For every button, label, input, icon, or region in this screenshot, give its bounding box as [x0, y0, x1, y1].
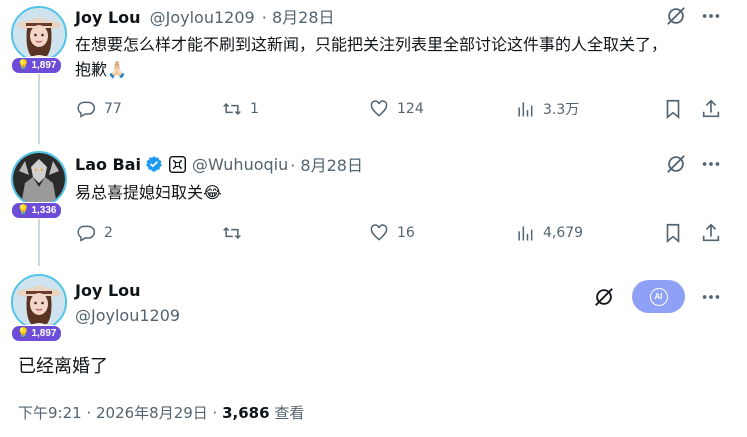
like-button[interactable]: 16: [369, 223, 415, 243]
retweet-icon: [223, 226, 241, 240]
like-button[interactable]: 124: [369, 99, 424, 119]
main-tweet-text: 已经离婚了: [18, 356, 108, 377]
grok-icon[interactable]: [593, 286, 615, 308]
thread-line: [38, 72, 40, 144]
retweet-count: 1: [250, 101, 259, 117]
display-name[interactable]: Joy Lou: [75, 281, 141, 300]
retweet-button[interactable]: 1: [222, 99, 259, 119]
ai-icon: AI: [649, 287, 668, 306]
tweet-header: Lao Bai @Wuhuoqiu · 8月28日: [75, 152, 363, 176]
tweet-date[interactable]: · 8月28日: [262, 8, 335, 27]
user-handle[interactable]: @Joylou1209: [150, 8, 255, 27]
tweet-date[interactable]: · 8月28日: [290, 152, 363, 176]
more-icon[interactable]: [700, 153, 722, 175]
tweet-header: Joy Lou @Joylou1209 · 8月28日: [75, 4, 335, 28]
affiliate-icon: [169, 155, 187, 173]
tweet-text: 易总喜提媳妇取关😂: [75, 183, 222, 202]
retweet-button[interactable]: [222, 223, 250, 243]
user-handle[interactable]: @Wuhuoqiu: [192, 155, 288, 174]
display-name[interactable]: Lao Bai: [75, 155, 141, 174]
reply-count: 2: [104, 225, 113, 241]
tweet-timestamp-line: 下午9:21 · 2026年8月29日 · 3,686 查看: [18, 402, 304, 423]
avatar[interactable]: 💡 1,336: [11, 151, 67, 219]
user-handle[interactable]: @Joylou1209: [75, 306, 180, 325]
reply-count: 77: [104, 101, 122, 117]
tweet-text: 在想要怎么样才能不刷到这新闻，只能把关注列表里全部讨论这件事的人全取关了，抱歉🙏…: [75, 35, 668, 79]
follower-badge: 💡 1,897: [11, 57, 63, 74]
heart-icon: [370, 224, 388, 241]
bookmark-icon[interactable]: [662, 222, 684, 244]
retweet-icon: [223, 102, 241, 116]
share-icon[interactable]: [700, 98, 722, 120]
reply-icon: [77, 225, 96, 242]
like-count: 124: [397, 101, 424, 117]
views-button[interactable]: 3.3万: [515, 99, 579, 119]
more-icon[interactable]: [700, 5, 722, 27]
more-icon[interactable]: [700, 286, 722, 308]
grok-icon[interactable]: [665, 5, 687, 27]
avatar[interactable]: 💡 1,897: [11, 274, 67, 342]
avatar[interactable]: 💡 1,897: [11, 6, 67, 74]
view-count: 3,686: [222, 404, 270, 422]
verified-icon: [146, 156, 162, 172]
display-name[interactable]: Joy Lou: [75, 8, 141, 27]
tweet-timestamp[interactable]: 下午9:21 · 2026年8月29日 ·: [18, 404, 222, 422]
heart-icon: [370, 100, 388, 117]
follower-badge: 💡 1,336: [11, 202, 63, 219]
reply-button[interactable]: 2: [76, 223, 113, 243]
reply-button[interactable]: 77: [76, 99, 122, 119]
share-icon[interactable]: [700, 222, 722, 244]
bookmark-icon[interactable]: [662, 98, 684, 120]
like-count: 16: [397, 225, 415, 241]
views-icon: [518, 226, 533, 241]
ai-translate-button[interactable]: AI: [632, 280, 685, 313]
thread-line: [38, 216, 40, 266]
view-count: 3.3万: [543, 102, 580, 118]
view-count: 4,679: [543, 225, 584, 241]
follower-badge: 💡 1,897: [11, 325, 63, 342]
grok-icon[interactable]: [665, 153, 687, 175]
view-label: 查看: [269, 404, 305, 422]
views-icon: [518, 102, 533, 117]
views-button[interactable]: 4,679: [515, 223, 583, 243]
reply-icon: [77, 101, 96, 118]
